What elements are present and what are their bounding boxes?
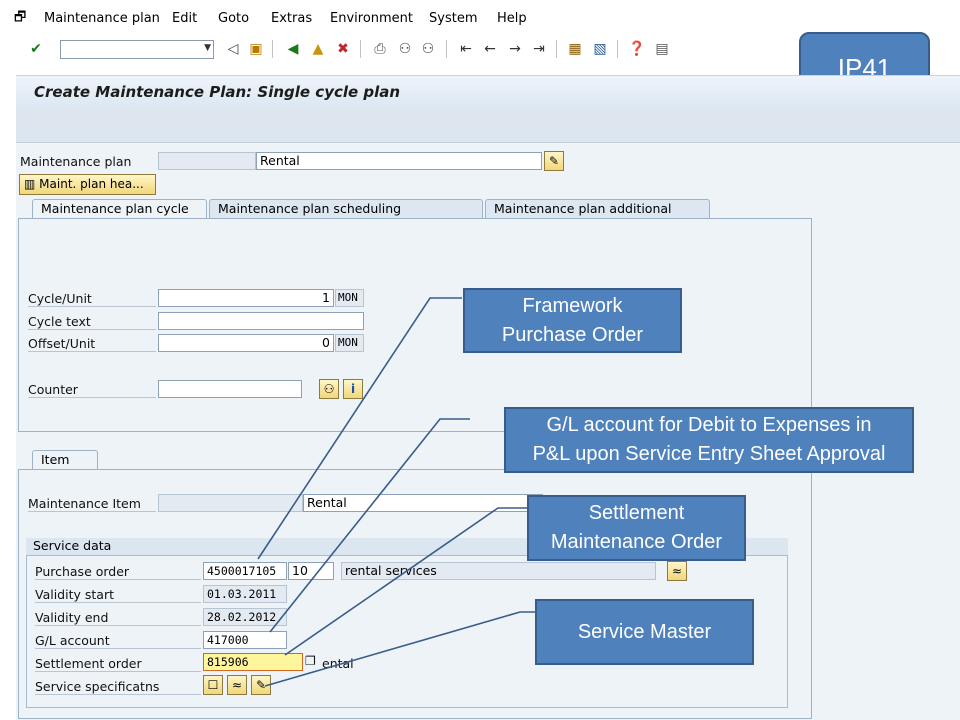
cycle-unit-field[interactable]: MON xyxy=(335,289,364,307)
settlement-order-text: ental xyxy=(322,656,354,671)
validity-start-field: 01.03.2011 xyxy=(203,585,287,603)
maintenance-plan-text-field[interactable]: Rental xyxy=(256,152,542,170)
framework-po-callout-line1: Framework xyxy=(522,294,623,317)
offset-unit-label: Offset/Unit xyxy=(28,336,156,352)
services-icon[interactable]: ≈ xyxy=(667,561,687,581)
next-page-icon[interactable]: → xyxy=(506,40,524,58)
command-field[interactable]: ▼ xyxy=(60,40,214,59)
validity-end-label: Validity end xyxy=(35,610,201,626)
menu-edit[interactable]: Edit xyxy=(172,11,197,26)
menu-maintenance-plan[interactable]: Maintenance plan xyxy=(44,11,160,26)
create-session-icon[interactable]: ▦ xyxy=(566,40,584,58)
maintenance-item-number-field xyxy=(158,494,303,512)
menu-environment[interactable]: Environment xyxy=(330,11,413,26)
settlement-callout-line2: Maintenance Order xyxy=(550,531,723,553)
last-page-icon[interactable]: ⇥ xyxy=(530,40,548,58)
settlement-order-label: Settlement order xyxy=(35,656,201,672)
gl-account-callout-line2: P&L upon Service Entry Sheet Approval xyxy=(532,443,886,465)
toolbar-separator xyxy=(272,40,273,58)
first-page-icon[interactable]: ⇤ xyxy=(457,40,475,58)
system-menu-icon[interactable]: 🗗 xyxy=(14,8,30,25)
purchase-order-field[interactable]: 4500017105 xyxy=(203,562,287,580)
application-toolbar xyxy=(16,108,960,143)
page-title: Create Maintenance Plan: Single cycle pl… xyxy=(34,83,401,101)
cycle-value-field[interactable]: 1 xyxy=(158,289,334,307)
previous-page-icon[interactable]: ← xyxy=(481,40,499,58)
maintenance-item-label: Maintenance Item xyxy=(28,496,156,512)
long-text-edit-icon[interactable]: ✎ xyxy=(544,151,564,171)
settlement-callout: Settlement Maintenance Order xyxy=(527,495,746,561)
chevron-down-icon[interactable]: ▼ xyxy=(204,43,211,53)
framework-po-callout-line2: Purchase Order xyxy=(501,323,644,346)
search-counter-icon[interactable]: ⚇ xyxy=(319,379,339,399)
toolbar-separator xyxy=(360,40,361,58)
framework-po-callout: Framework Purchase Order xyxy=(463,288,682,353)
menu-bar: 🗗 Maintenance plan Edit Goto Extras Envi… xyxy=(0,0,960,36)
gl-account-field[interactable]: 417000 xyxy=(203,631,287,649)
menu-help[interactable]: Help xyxy=(497,11,527,26)
toolbar-separator xyxy=(556,40,557,58)
pencil-icon[interactable]: ✎ xyxy=(251,675,271,695)
cycle-unit-label: Cycle/Unit xyxy=(28,291,156,307)
validity-start-label: Validity start xyxy=(35,587,201,603)
menu-system[interactable]: System xyxy=(429,11,477,26)
plan-header-button[interactable]: ▥ Maint. plan hea... xyxy=(19,174,156,195)
copy-icon[interactable]: ❐ xyxy=(305,654,316,668)
po-item-field[interactable]: 10 xyxy=(288,562,334,580)
help-icon[interactable]: ❓ xyxy=(628,40,646,58)
cancel-icon[interactable]: ✖ xyxy=(334,40,352,58)
find-next-icon[interactable]: ⚇ xyxy=(419,40,437,58)
back-icon[interactable]: ◁ xyxy=(224,40,242,58)
enter-check-icon[interactable]: ✔ xyxy=(27,40,45,58)
gl-account-callout-line1: G/L account for Debit to Expenses in xyxy=(546,414,872,436)
purchase-order-label: Purchase order xyxy=(35,564,201,580)
toolbar-separator xyxy=(446,40,447,58)
service-master-callout: Service Master xyxy=(535,599,754,665)
title-bar: Create Maintenance Plan: Single cycle pl… xyxy=(16,75,960,109)
menu-goto[interactable]: Goto xyxy=(218,11,249,26)
back-green-icon[interactable]: ◀ xyxy=(284,40,302,58)
customize-layout-icon[interactable]: ▤ xyxy=(653,40,671,58)
offset-unit-field[interactable]: MON xyxy=(335,334,364,352)
tab-item[interactable]: Item xyxy=(32,450,98,470)
po-text-field: rental services xyxy=(341,562,656,580)
settlement-callout-line1: Settlement xyxy=(588,502,685,524)
find-icon[interactable]: ⚇ xyxy=(396,40,414,58)
counter-label: Counter xyxy=(28,382,156,398)
plan-header-button-label: Maint. plan hea... xyxy=(39,177,144,191)
gl-account-callout: G/L account for Debit to Expenses in P&L… xyxy=(504,407,914,473)
gl-account-label: G/L account xyxy=(35,633,201,649)
save-icon[interactable]: ▣ xyxy=(247,40,265,58)
service-master-callout-text: Service Master xyxy=(577,620,712,643)
maintenance-item-text-field[interactable]: Rental xyxy=(303,494,543,512)
menu-extras[interactable]: Extras xyxy=(271,11,312,26)
document-icon[interactable]: ☐ xyxy=(203,675,223,695)
toolbar-separator xyxy=(617,40,618,58)
shortcut-icon[interactable]: ▧ xyxy=(591,40,609,58)
validity-end-field: 28.02.2012 xyxy=(203,608,287,626)
cycle-text-field[interactable] xyxy=(158,312,364,330)
header-icon: ▥ xyxy=(24,177,36,191)
exit-icon[interactable]: ▲ xyxy=(309,40,327,58)
service-spec-label: Service specificatns xyxy=(35,679,201,695)
offset-value-field[interactable]: 0 xyxy=(158,334,334,352)
cycle-text-label: Cycle text xyxy=(28,314,156,330)
counter-field[interactable] xyxy=(158,380,302,398)
maintenance-plan-label: Maintenance plan xyxy=(20,154,132,169)
print-icon[interactable]: ⎙ xyxy=(371,40,389,58)
services-icon[interactable]: ≈ xyxy=(227,675,247,695)
tab-additional-data[interactable]: Maintenance plan additional data xyxy=(485,199,710,234)
info-icon[interactable]: i xyxy=(343,379,363,399)
settlement-order-field[interactable]: 815906 xyxy=(203,653,303,671)
tab-maintenance-plan-cycle[interactable]: Maintenance plan cycle xyxy=(32,199,207,219)
tab-scheduling-parameters[interactable]: Maintenance plan scheduling parameters xyxy=(209,199,483,234)
maintenance-plan-number-field xyxy=(158,152,256,170)
